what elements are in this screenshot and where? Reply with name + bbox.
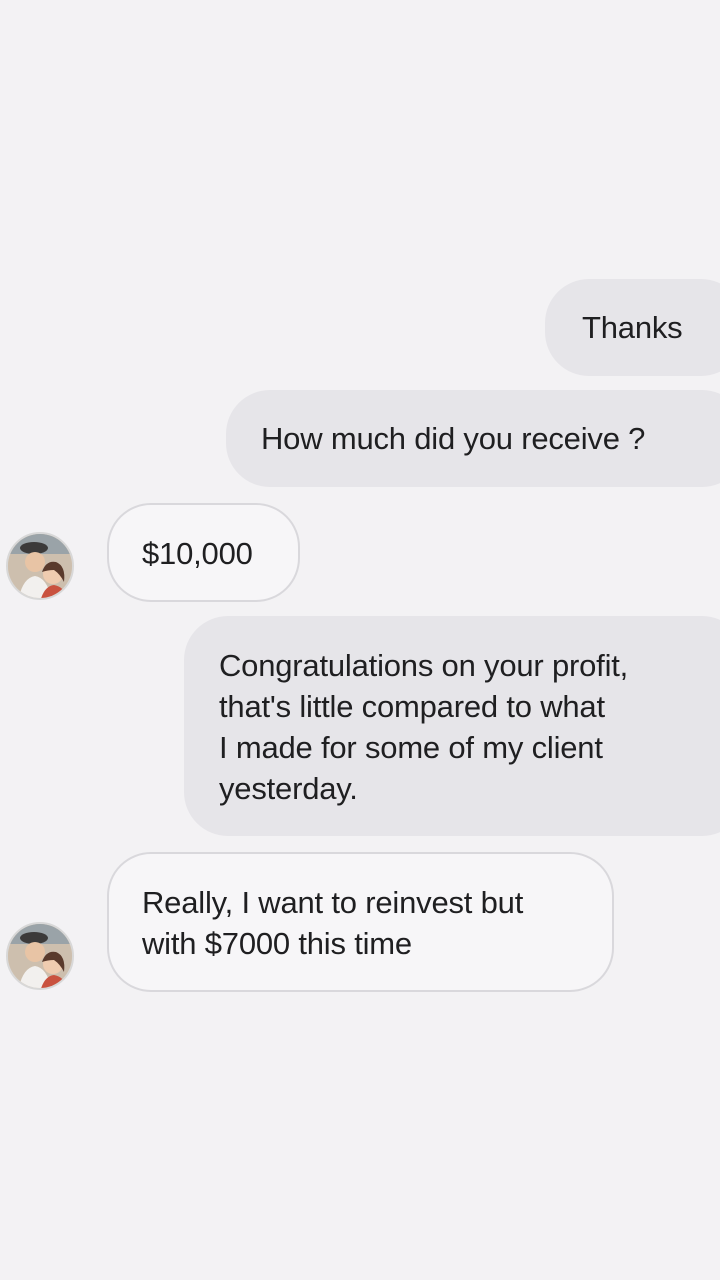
message-text: Congratulations on your profit, that's l… (219, 648, 629, 806)
outgoing-message-bubble[interactable]: How much did you receive ? (226, 390, 720, 487)
couple-photo-avatar-icon (8, 534, 72, 598)
couple-photo-avatar-icon (8, 924, 72, 988)
message-text: Thanks (582, 310, 683, 345)
message-text: How much did you receive ? (261, 421, 646, 456)
chat-thread: Thanks How much did you receive ? $10,00… (0, 0, 720, 1280)
contact-avatar[interactable] (6, 532, 74, 600)
message-text: $10,000 (142, 536, 253, 571)
outgoing-message-bubble[interactable]: Thanks (545, 279, 720, 376)
contact-avatar[interactable] (6, 922, 74, 990)
message-text: Really, I want to reinvest but with $700… (142, 885, 524, 961)
incoming-message-bubble[interactable]: $10,000 (107, 503, 300, 602)
outgoing-message-bubble[interactable]: Congratulations on your profit, that's l… (184, 616, 720, 836)
incoming-message-bubble[interactable]: Really, I want to reinvest but with $700… (107, 852, 614, 992)
